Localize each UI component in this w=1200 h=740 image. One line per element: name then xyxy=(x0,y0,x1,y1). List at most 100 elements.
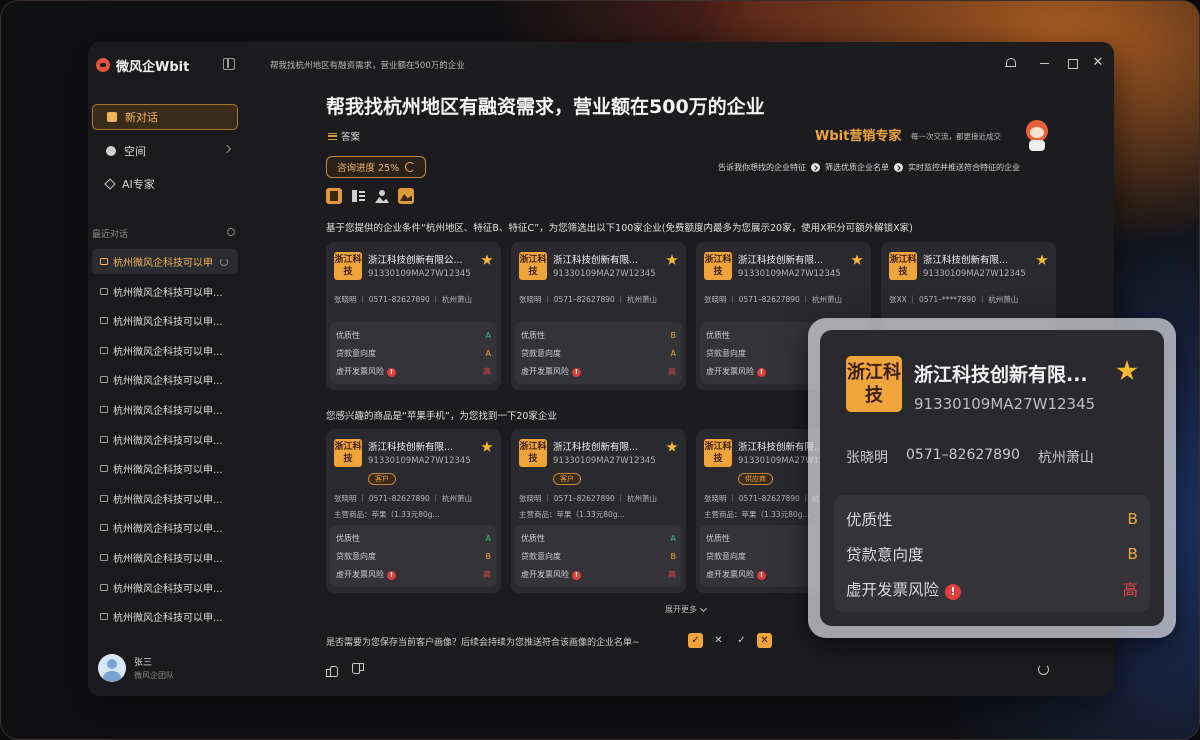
recent-chat-label: 杭州微风企科技可以申... xyxy=(113,435,223,447)
contact-phone: 0571–82627890 xyxy=(906,447,1020,463)
company-code: 91330109MA27W12345 xyxy=(368,269,471,279)
new-chat-label: 新对话 xyxy=(125,111,158,124)
company-name: 浙江科技创新有限... xyxy=(553,442,639,453)
recent-chat-item[interactable]: 杭州微风企科技可以申... xyxy=(92,515,238,540)
company-contact: 张晓明 ｜ 0571–82627890 ｜ 杭州萧山 xyxy=(334,295,473,304)
close-box-icon[interactable]: ✕ xyxy=(757,633,772,648)
recent-chat-item[interactable]: 杭州微风企科技可以申... xyxy=(92,367,238,392)
expand-label: 展开更多 xyxy=(665,605,697,614)
recent-chat-item[interactable]: 杭州微风企科技可以申 xyxy=(92,249,238,274)
metric-label: 贷款意向度 xyxy=(846,545,924,564)
minimize-button[interactable] xyxy=(1038,56,1052,70)
company-name: 浙江科技创新有限... xyxy=(914,364,1088,386)
progress-label: 咨询进度 25% xyxy=(337,163,400,174)
metric-label: 虚开发票风险 xyxy=(521,366,569,376)
company-code: 91330109MA27W12345 xyxy=(738,269,841,279)
check-box-icon[interactable]: ✓ xyxy=(688,633,703,648)
page-title: 帮我找杭州地区有融资需求，营业额在500万的企业 xyxy=(326,96,765,118)
sidebar-item-space[interactable]: 空间 xyxy=(92,138,238,164)
sidebar-item-ai-expert[interactable]: AI专家 xyxy=(92,171,238,197)
company-logo: 浙江科技 xyxy=(846,356,902,412)
company-contact: 张晓明 ｜ 0571–82627890 ｜ 杭州萧山 xyxy=(519,295,658,304)
company-product: 主营商品：苹果（1.33元80g... xyxy=(334,510,440,519)
recent-chat-item[interactable]: 杭州微风企科技可以申... xyxy=(92,545,238,570)
recent-chat-label: 杭州微风企科技可以申... xyxy=(113,287,223,299)
metric-label: 贷款意向度 xyxy=(706,551,746,561)
zoom-card-inner[interactable]: 浙江科技 浙江科技创新有限... 91330109MA27W12345 张晓明 … xyxy=(820,330,1164,626)
chat-icon xyxy=(100,583,108,591)
status-badge: 客户 xyxy=(553,473,581,485)
company-code: 91330109MA27W12345 xyxy=(553,269,656,279)
expand-more-button[interactable]: 展开更多 xyxy=(665,604,708,615)
company-card[interactable]: 浙江科技 浙江科技创新有限... 91330109MA27W12345 客户 张… xyxy=(511,429,686,593)
image-icon[interactable] xyxy=(398,188,414,204)
book-icon[interactable] xyxy=(326,188,342,204)
map-icon[interactable] xyxy=(374,188,390,204)
company-logo: 浙江科技 xyxy=(889,252,917,280)
space-label: 空间 xyxy=(124,145,146,158)
metric-label: 贷款意向度 xyxy=(706,348,746,358)
recent-chat-label: 杭州微风企科技可以申 xyxy=(113,258,213,269)
recent-chat-item[interactable]: 杭州微风企科技可以申... xyxy=(92,575,238,600)
recent-chat-item[interactable]: 杭州微风企科技可以申... xyxy=(92,486,238,511)
recent-chat-label: 杭州微风企科技可以申... xyxy=(113,583,223,595)
recent-chat-item[interactable]: 杭州微风企科技可以申... xyxy=(92,338,238,363)
metric-label: 贷款意向度 xyxy=(521,551,561,561)
bell-icon[interactable] xyxy=(1003,56,1017,70)
recent-chat-item[interactable]: 杭州微风企科技可以申... xyxy=(92,456,238,481)
status-badge: 供应商 xyxy=(738,473,773,485)
recent-chat-item[interactable]: 杭州微风企科技可以申... xyxy=(92,397,238,422)
company-logo: 浙江科技 xyxy=(334,439,362,467)
recent-chat-label: 杭州微风企科技可以申... xyxy=(113,613,223,625)
chat-icon xyxy=(100,435,108,443)
company-logo: 浙江科技 xyxy=(519,252,547,280)
company-name: 浙江科技创新有限... xyxy=(923,255,1009,266)
expert-subtitle: 每一次交流，都更接近成交 xyxy=(911,132,1001,141)
thumbs-down-icon[interactable] xyxy=(352,664,364,676)
company-logo: 浙江科技 xyxy=(519,439,547,467)
company-product: 主营商品：苹果（1.33元80g... xyxy=(519,510,625,519)
recent-chat-item[interactable]: 杭州微风企科技可以申... xyxy=(92,308,238,333)
company-contact: 张XX ｜ 0571–****7890 ｜ 杭州萧山 xyxy=(889,295,1019,304)
close-icon[interactable]: ✕ xyxy=(711,633,726,648)
loan-value: A xyxy=(485,348,491,358)
avatar xyxy=(98,654,126,682)
sidebar-collapse-icon[interactable] xyxy=(223,58,235,70)
search-icon[interactable] xyxy=(227,228,235,236)
maximize-button[interactable] xyxy=(1065,56,1079,70)
company-card[interactable]: 浙江科技 浙江科技创新有限... 91330109MA27W12345 张晓明 … xyxy=(511,242,686,390)
list-view-icon[interactable] xyxy=(350,188,366,204)
company-code: 91330109MA27W12345 xyxy=(923,269,1026,279)
risk-value: 高 xyxy=(668,569,676,579)
company-card[interactable]: 浙江科技 浙江科技创新有限公... 91330109MA27W12345 张晓明… xyxy=(326,242,501,390)
answer-label: 答案 xyxy=(341,132,361,143)
recent-chat-item[interactable]: 杭州微风企科技可以申... xyxy=(92,604,238,629)
recent-chat-item[interactable]: 杭州微风企科技可以申... xyxy=(92,279,238,304)
risk-value: 高 xyxy=(483,366,491,376)
answer-tag: 答案 xyxy=(328,129,360,143)
recent-chat-label: 杭州微风企科技可以申... xyxy=(113,405,223,417)
graduation-cap-icon xyxy=(104,178,116,190)
refresh-icon[interactable] xyxy=(1038,664,1049,675)
company-code: 91330109MA27W12345 xyxy=(368,456,471,466)
ai-expert-label: AI专家 xyxy=(122,178,155,191)
new-chat-button[interactable]: 新对话 xyxy=(92,104,238,130)
brand: 微风企Wbit xyxy=(96,56,189,75)
chat-icon xyxy=(100,553,108,561)
metric-label: 优质性 xyxy=(706,330,730,340)
company-logo: 浙江科技 xyxy=(704,439,732,467)
arrow-right-icon xyxy=(894,163,903,172)
company-card[interactable]: 浙江科技 浙江科技创新有限... 91330109MA27W12345 客户 张… xyxy=(326,429,501,593)
loan-value: B xyxy=(670,551,677,561)
close-button[interactable]: ✕ xyxy=(1091,56,1105,70)
metric-label: 优质性 xyxy=(521,533,545,543)
recent-chat-label: 杭州微风企科技可以申... xyxy=(113,346,223,358)
user-profile[interactable]: 张三 微风企团队 xyxy=(98,654,174,682)
metrics-panel: 优质性 A 贷款意向度 B 虚开发票风险! 高 xyxy=(515,525,682,587)
thumbs-up-icon[interactable] xyxy=(326,664,338,677)
recent-chat-item[interactable]: 杭州微风企科技可以申... xyxy=(92,427,238,452)
chat-icon xyxy=(100,494,108,502)
quality-value: B xyxy=(670,330,677,340)
check-icon[interactable]: ✓ xyxy=(734,633,749,648)
recent-chat-label: 杭州微风企科技可以申... xyxy=(113,524,223,536)
